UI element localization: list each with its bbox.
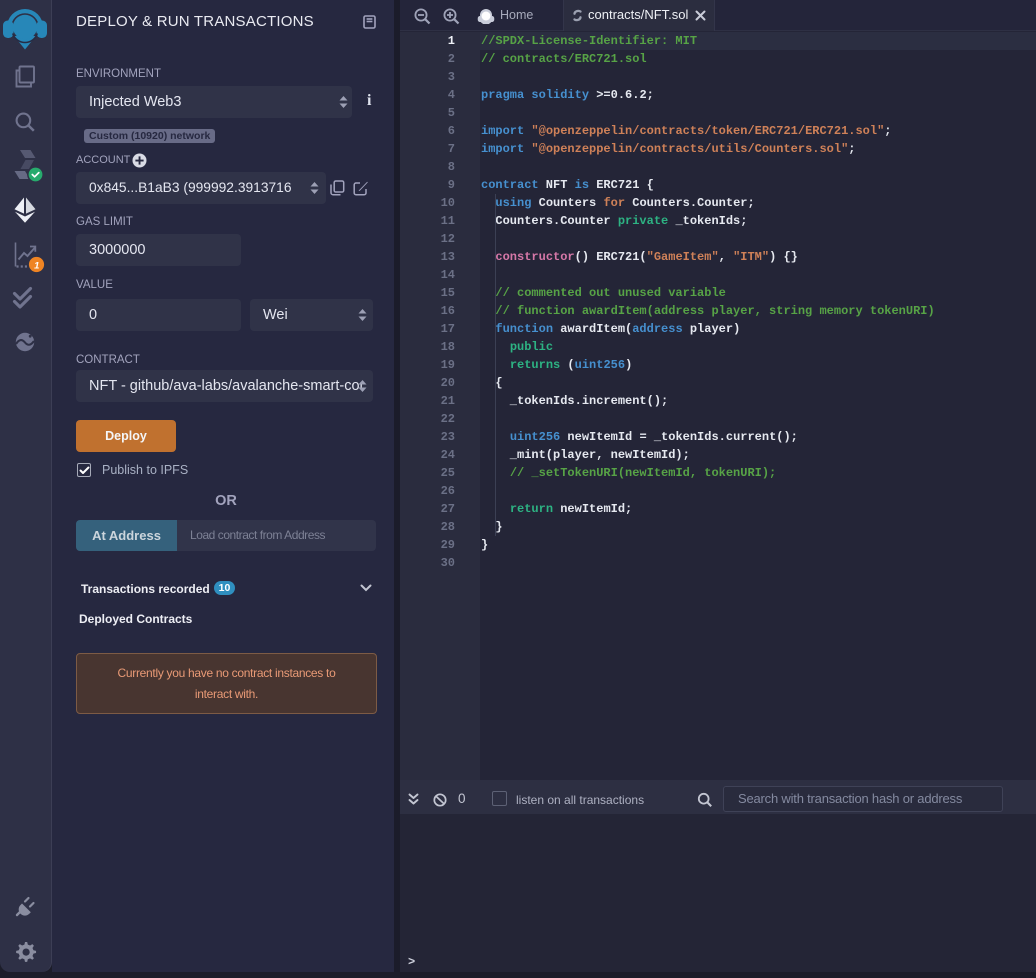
svg-text:1: 1	[34, 261, 39, 272]
